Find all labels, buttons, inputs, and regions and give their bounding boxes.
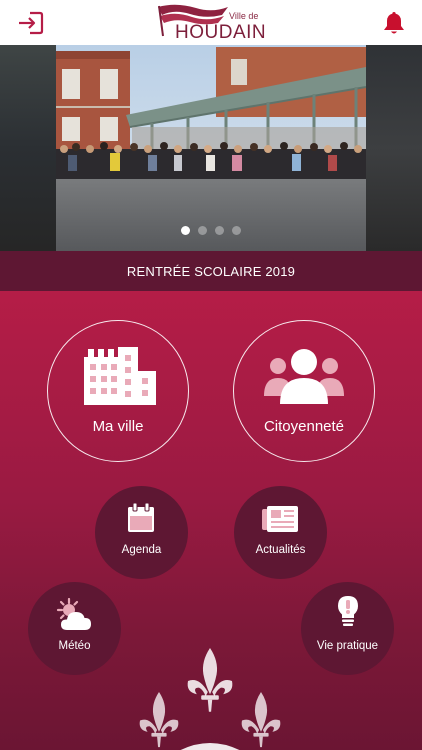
fleur-de-lis-decoration [139, 648, 281, 750]
people-icon [264, 349, 344, 404]
next-slide-peek[interactable] [366, 45, 422, 251]
houdain-logo: Ville de HOUDAIN [156, 3, 268, 43]
tile-citoyennete-label: Citoyenneté [263, 418, 345, 435]
tile-actualites[interactable]: Actualités [234, 486, 327, 579]
tile-ma-ville-label: Ma ville [92, 418, 144, 435]
previous-slide-peek[interactable] [0, 45, 56, 251]
sun-cloud-icon [56, 598, 91, 630]
logo-name: HOUDAIN [175, 22, 267, 43]
slide-photo[interactable] [56, 45, 366, 251]
login-button[interactable] [16, 10, 44, 36]
carousel-dot[interactable] [181, 226, 190, 235]
app-header: Ville de HOUDAIN [0, 0, 422, 45]
bulb-icon [338, 596, 358, 626]
tile-vie-pratique-label: Vie pratique [316, 640, 379, 652]
buildings-icon [84, 347, 156, 405]
tile-agenda-label: Agenda [121, 544, 162, 556]
tile-ma-ville[interactable]: Ma ville [47, 320, 189, 462]
logo-prefix: Ville de [229, 11, 259, 21]
login-icon [19, 11, 44, 35]
tile-actualites-label: Actualités [255, 544, 306, 556]
carousel-dot[interactable] [198, 226, 207, 235]
bell-icon [384, 12, 404, 34]
slide-caption[interactable]: RENTRÉE SCOLAIRE 2019 [127, 264, 295, 279]
carousel-dot[interactable] [215, 226, 224, 235]
news-carousel[interactable] [0, 45, 422, 251]
tile-vie-pratique[interactable]: Vie pratique [301, 582, 394, 675]
notifications-button[interactable] [382, 10, 406, 36]
tile-meteo-label: Météo [58, 640, 91, 652]
main-menu: Ma ville Citoyenneté Agenda Actualités M… [0, 291, 422, 750]
slide-caption-bar[interactable]: RENTRÉE SCOLAIRE 2019 [0, 251, 422, 291]
tile-citoyennete[interactable]: Citoyenneté [233, 320, 375, 462]
tile-agenda[interactable]: Agenda [95, 486, 188, 579]
carousel-dot[interactable] [232, 226, 241, 235]
newspaper-icon [262, 506, 298, 532]
calendar-icon [128, 503, 154, 532]
tile-meteo[interactable]: Météo [28, 582, 121, 675]
